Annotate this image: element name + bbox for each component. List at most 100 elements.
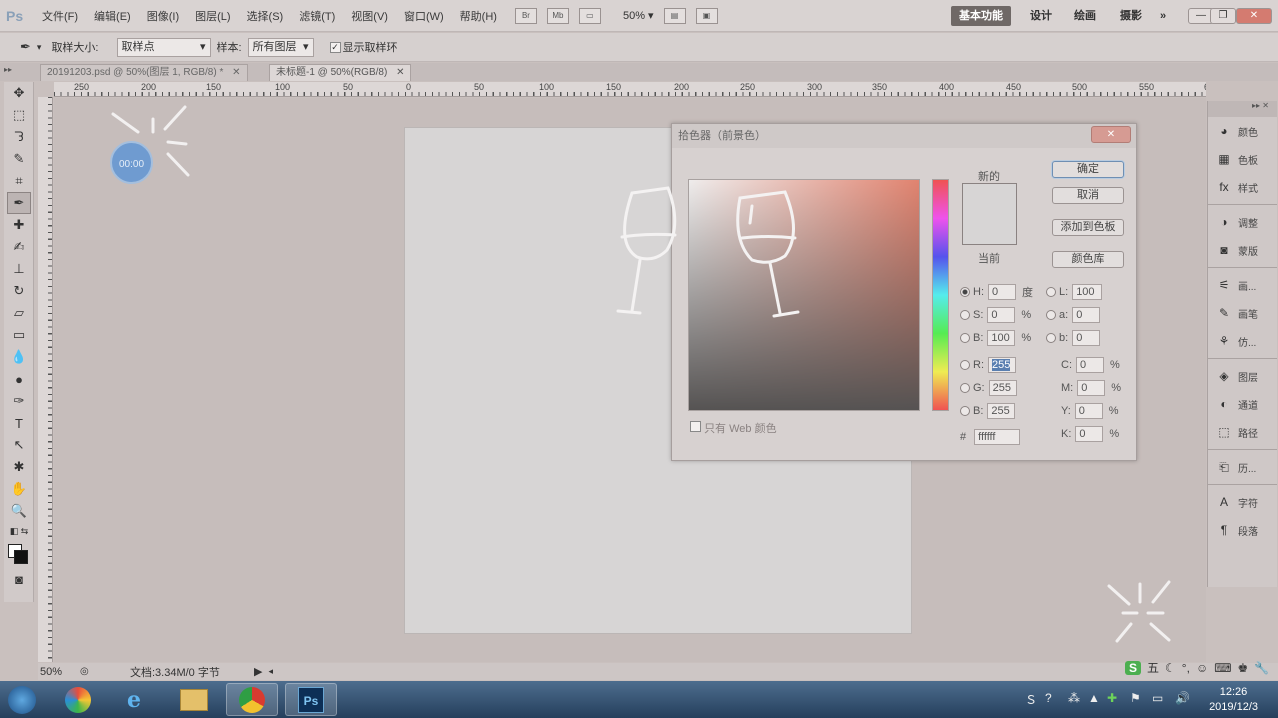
menu-window[interactable]: 窗口(W)	[396, 8, 452, 24]
color-swatches-icon[interactable]	[4, 540, 34, 568]
punct-icon[interactable]: °,	[1182, 661, 1190, 675]
panel-masks[interactable]: ◙ 蒙版	[1208, 236, 1277, 264]
status-arrow-icon[interactable]: ▶	[254, 665, 262, 678]
mini-bridge-button[interactable]: Mb	[546, 7, 569, 24]
menu-help[interactable]: 帮助(H)	[452, 8, 505, 24]
dialog-close-button[interactable]: ✕	[1091, 126, 1131, 143]
history-brush-icon[interactable]: ↻	[4, 280, 34, 302]
brush-tool-icon[interactable]: ✍	[4, 236, 34, 258]
quick-mask-icon[interactable]: ◙	[4, 568, 34, 590]
menu-select[interactable]: 选择(S)	[239, 8, 292, 24]
sample-size-dropdown[interactable]: 取样点 ▾	[116, 37, 211, 57]
eyedropper-icon[interactable]: ✒	[20, 39, 31, 55]
arrange-documents-icon[interactable]: ▤	[663, 7, 686, 24]
workspace-essentials[interactable]: 基本功能	[951, 6, 1011, 26]
default-colors-icon[interactable]: ◧ ⇆	[4, 522, 34, 540]
ime-mode[interactable]: 五	[1147, 659, 1159, 676]
panel-color[interactable]: ◕ 颜色	[1208, 117, 1277, 145]
red-field[interactable]: R: 255	[960, 357, 1016, 373]
bridge-button[interactable]: Br	[514, 7, 537, 24]
menu-view[interactable]: 视图(V)	[343, 8, 396, 24]
taskbar-photoshop-icon[interactable]: Ps	[285, 683, 337, 716]
dodge-tool-icon[interactable]: ●	[4, 368, 34, 390]
saturation-field[interactable]: S: 0%	[960, 307, 1033, 323]
taskbar-ie-icon[interactable]: e	[108, 683, 160, 716]
skin-icon[interactable]: ♚	[1238, 661, 1249, 675]
black-field[interactable]: K: 0%	[1061, 426, 1121, 442]
tray-sogou-icon[interactable]: Ｓ	[1025, 691, 1037, 708]
tray-display-icon[interactable]: ▭	[1152, 691, 1163, 705]
collapse-icon[interactable]: ▸▸	[4, 65, 12, 74]
color-preview-swatch[interactable]	[962, 183, 1017, 245]
panel-paragraph[interactable]: ¶ 段落	[1208, 516, 1277, 544]
panel-swatches[interactable]: ▦ 色板	[1208, 145, 1277, 173]
dock-collapse-icon[interactable]: ▸▸ ✕	[1208, 101, 1277, 117]
pen-tool-icon[interactable]: ✑	[4, 390, 34, 412]
hand-tool-icon[interactable]: ✋	[4, 478, 34, 500]
quick-select-tool-icon[interactable]: ✎	[4, 148, 34, 170]
workspace-photography[interactable]: 摄影	[1112, 6, 1150, 26]
keyboard-icon[interactable]: ⌨	[1214, 661, 1231, 675]
web-only-checkbox[interactable]: 只有 Web 颜色	[690, 420, 777, 436]
eraser-tool-icon[interactable]: ▱	[4, 302, 34, 324]
shape-tool-icon[interactable]: ✱	[4, 456, 34, 478]
green-field[interactable]: G: 255	[960, 380, 1017, 396]
color-libraries-button[interactable]: 颜色库	[1052, 251, 1124, 268]
add-to-swatches-button[interactable]: 添加到色板	[1052, 219, 1124, 236]
system-clock[interactable]: 12:26 2019/12/3	[1209, 685, 1258, 715]
menu-edit[interactable]: 编辑(E)	[86, 8, 139, 24]
marquee-tool-icon[interactable]: ⬚	[4, 104, 34, 126]
menu-image[interactable]: 图像(I)	[139, 8, 187, 24]
zoom-tool-icon[interactable]: 🔍	[4, 500, 34, 522]
eyedropper-tool-icon[interactable]: ✒	[7, 192, 31, 214]
screen-mode-icon[interactable]: ▣	[695, 7, 718, 24]
tray-flag-icon[interactable]: ⚑	[1130, 691, 1141, 705]
path-select-tool-icon[interactable]: ↖	[4, 434, 34, 456]
taskbar-chrome-icon[interactable]	[226, 683, 278, 716]
tray-volume-icon[interactable]: 🔊	[1175, 691, 1190, 705]
menu-layer[interactable]: 图层(L)	[187, 8, 238, 24]
hex-field[interactable]: # ffffff	[960, 429, 1021, 445]
panel-brush[interactable]: ✎ 画笔	[1208, 299, 1277, 327]
workspace-painting[interactable]: 绘画	[1066, 6, 1104, 26]
sample-layers-dropdown[interactable]: 所有图层 ▾	[247, 37, 314, 57]
tray-help-icon[interactable]: ?	[1045, 691, 1052, 705]
sogou-logo[interactable]: S	[1125, 660, 1142, 675]
panel-brush-presets[interactable]: ⚟ 画...	[1208, 271, 1277, 299]
lab-a-field[interactable]: a: 0	[1046, 307, 1101, 323]
panel-character[interactable]: A 字符	[1208, 488, 1277, 516]
wrench-icon[interactable]: 🔧	[1254, 661, 1269, 675]
yellow-field[interactable]: Y: 0%	[1061, 403, 1121, 419]
cyan-field[interactable]: C: 0%	[1061, 357, 1122, 373]
more-workspaces-button[interactable]: »	[1152, 6, 1174, 26]
brightness-field[interactable]: B: 100%	[960, 330, 1033, 346]
panel-history[interactable]: ⎗ 历...	[1208, 453, 1277, 481]
ok-button[interactable]: 确定	[1052, 161, 1124, 178]
blur-tool-icon[interactable]: 💧	[4, 346, 34, 368]
emoji-icon[interactable]: ☺	[1196, 661, 1208, 675]
chevron-down-icon[interactable]: ▾	[37, 42, 42, 53]
panel-channels[interactable]: ◐ 通道	[1208, 390, 1277, 418]
move-tool-icon[interactable]: ✥	[4, 82, 34, 104]
type-tool-icon[interactable]: T	[4, 412, 34, 434]
tab-psd[interactable]: 20191203.psd @ 50%(图层 1, RGB/8) * ✕	[40, 64, 248, 81]
restore-button[interactable]: ❐	[1210, 8, 1236, 24]
hue-slider[interactable]	[932, 179, 949, 411]
clone-stamp-icon[interactable]: ⊥	[4, 258, 34, 280]
view-extras-icon[interactable]: ▭	[578, 7, 601, 24]
taskbar-explorer-icon[interactable]	[168, 683, 220, 716]
scroll-left-icon[interactable]: ◂	[268, 666, 273, 677]
tab-untitled[interactable]: 未标题-1 @ 50%(RGB/8) ✕	[269, 64, 412, 81]
healing-brush-icon[interactable]: ✚	[4, 214, 34, 236]
panel-styles[interactable]: fx 样式	[1208, 173, 1277, 201]
taskbar-360-icon[interactable]	[52, 683, 104, 716]
crop-tool-icon[interactable]: ⌗	[4, 170, 34, 192]
panel-paths[interactable]: ⬚ 路径	[1208, 418, 1277, 446]
panel-clone-source[interactable]: ⚘ 仿...	[1208, 327, 1277, 355]
gradient-tool-icon[interactable]: ▭	[4, 324, 34, 346]
lasso-tool-icon[interactable]: ᘊ	[4, 126, 34, 148]
moon-icon[interactable]: ☾	[1165, 661, 1176, 675]
tray-security-icon[interactable]: ✚	[1107, 691, 1117, 705]
lab-b-field[interactable]: b: 0	[1046, 330, 1101, 346]
blue-field[interactable]: B: 255	[960, 403, 1016, 419]
